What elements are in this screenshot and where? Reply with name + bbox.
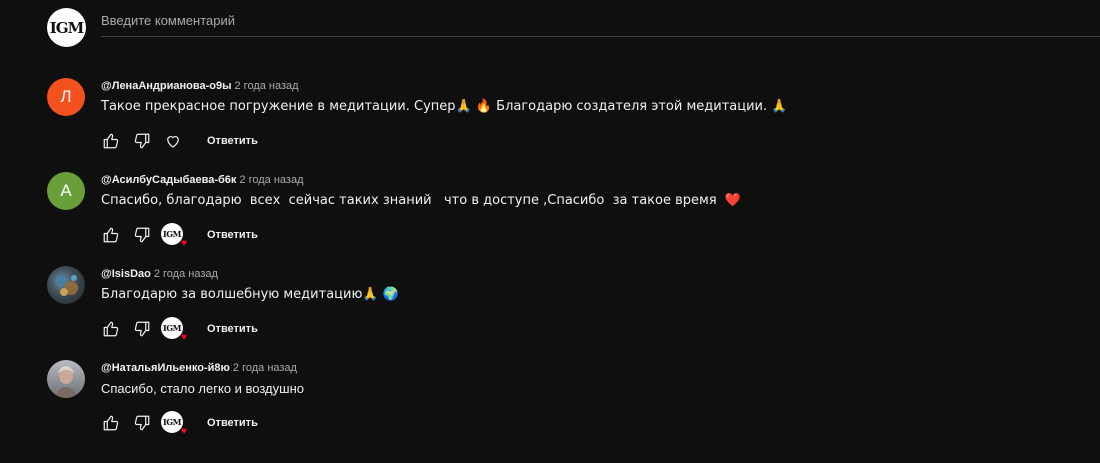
comment-item: А @АсилбуСадыбаева-б6к 2 года назад Спаси… bbox=[47, 172, 1047, 262]
dislike-icon[interactable] bbox=[130, 129, 154, 153]
comment-actions: IGM ♥ Ответить bbox=[99, 223, 258, 249]
avatar-image-icon bbox=[55, 275, 78, 296]
reply-button[interactable]: Ответить bbox=[207, 135, 258, 147]
reply-button[interactable]: Ответить bbox=[207, 229, 258, 241]
timestamp[interactable]: 2 года назад bbox=[239, 174, 303, 186]
avatar-letter: Л bbox=[60, 87, 72, 106]
channel-avatar: IGM bbox=[47, 8, 86, 47]
avatar-image-icon bbox=[55, 366, 77, 398]
comment-item: Л @ЛенаАндрианова-о9ы 2 года назад Такое … bbox=[47, 78, 1047, 168]
comment-meta: @АсилбуСадыбаева-б6к 2 года назад bbox=[101, 174, 304, 186]
reply-button[interactable]: Ответить bbox=[207, 417, 258, 429]
author-name[interactable]: @IsisDao bbox=[101, 268, 151, 280]
creator-logo: IGM bbox=[163, 323, 181, 333]
timestamp[interactable]: 2 года назад bbox=[235, 80, 299, 92]
timestamp[interactable]: 2 года назад bbox=[154, 268, 218, 280]
heart-icon[interactable] bbox=[161, 129, 185, 153]
author-name[interactable]: @АсилбуСадыбаева-б6к bbox=[101, 174, 236, 186]
creator-logo: IGM bbox=[163, 229, 181, 239]
avatar[interactable]: А bbox=[47, 172, 85, 210]
comment-item: @IsisDao 2 года назад Благодарю за волшеб… bbox=[47, 266, 1047, 356]
comment-text: Благодарю за волшебную медитацию🙏 🌍 bbox=[101, 287, 399, 302]
creator-avatar: IGM bbox=[161, 317, 183, 339]
creator-logo: IGM bbox=[163, 417, 181, 427]
creator-avatar: IGM bbox=[161, 411, 183, 433]
comment-item: @НатальяИльенко-й8ю 2 года назад Спасибо,… bbox=[47, 360, 1047, 450]
like-icon[interactable] bbox=[99, 223, 123, 247]
reply-button[interactable]: Ответить bbox=[207, 323, 258, 335]
avatar-letter: А bbox=[60, 181, 72, 200]
like-icon[interactable] bbox=[99, 411, 123, 435]
comment-actions: Ответить bbox=[99, 129, 258, 153]
dislike-icon[interactable] bbox=[130, 317, 154, 341]
creator-heart-badge[interactable]: IGM ♥ bbox=[161, 411, 187, 437]
comment-input[interactable] bbox=[101, 8, 1100, 37]
comment-actions: IGM ♥ Ответить bbox=[99, 317, 258, 343]
comment-composer: IGM bbox=[47, 8, 1100, 48]
dislike-icon[interactable] bbox=[130, 411, 154, 435]
comment-meta: @IsisDao 2 года назад bbox=[101, 268, 218, 280]
comment-meta: @НатальяИльенко-й8ю 2 года назад bbox=[101, 362, 297, 374]
creator-heart-badge[interactable]: IGM ♥ bbox=[161, 223, 187, 249]
avatar[interactable] bbox=[47, 360, 85, 398]
creator-avatar: IGM bbox=[161, 223, 183, 245]
like-icon[interactable] bbox=[99, 129, 123, 153]
heart-icon: ♥ bbox=[181, 238, 187, 249]
comment-text: Такое прекрасное погружение в медитации.… bbox=[101, 99, 788, 114]
comment-text: Спасибо, стало легко и воздушно bbox=[101, 381, 304, 396]
like-icon[interactable] bbox=[99, 317, 123, 341]
comment-actions: IGM ♥ Ответить bbox=[99, 411, 258, 437]
comment-meta: @ЛенаАндрианова-о9ы 2 года назад bbox=[101, 80, 299, 92]
avatar[interactable]: Л bbox=[47, 78, 85, 116]
channel-logo: IGM bbox=[49, 18, 84, 37]
dislike-icon[interactable] bbox=[130, 223, 154, 247]
comment-text: Спасибо, благодарю всех сейчас таких зна… bbox=[101, 193, 742, 208]
author-name[interactable]: @НатальяИльенко-й8ю bbox=[101, 362, 230, 374]
heart-icon: ♥ bbox=[181, 426, 187, 437]
heart-icon: ♥ bbox=[181, 332, 187, 343]
author-name[interactable]: @ЛенаАндрианова-о9ы bbox=[101, 80, 232, 92]
creator-heart-badge[interactable]: IGM ♥ bbox=[161, 317, 187, 343]
avatar[interactable] bbox=[47, 266, 85, 304]
timestamp[interactable]: 2 года назад bbox=[233, 362, 297, 374]
